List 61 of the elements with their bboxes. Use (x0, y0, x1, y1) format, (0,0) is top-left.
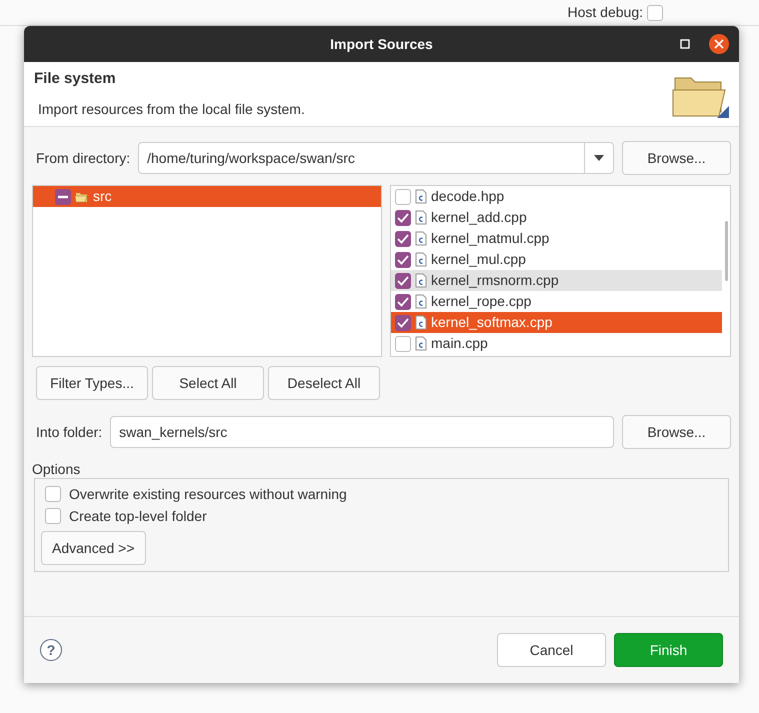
browse-button[interactable]: Browse... (622, 141, 731, 175)
advanced-button[interactable]: Advanced >> (41, 531, 146, 565)
selection-button[interactable]: Deselect All (268, 366, 380, 400)
file-list-item[interactable]: kernel_rope.cpp (391, 291, 722, 312)
checkbox[interactable] (395, 272, 411, 288)
file-list-item[interactable]: kernel_add.cpp (391, 207, 722, 228)
check-mark-icon (397, 276, 409, 286)
source-file-icon (415, 315, 427, 330)
checkbox[interactable] (395, 188, 411, 204)
checkbox[interactable] (395, 252, 411, 268)
check-mark-icon (397, 234, 409, 244)
checkbox-label: Overwrite existing resources without warning (69, 484, 347, 504)
into-folder-label: Into folder: (36, 422, 102, 442)
checkbox[interactable] (395, 336, 411, 352)
close-button[interactable] (709, 34, 729, 54)
check-mark-icon (397, 254, 409, 264)
page-description: Import resources from the local file system. (38, 100, 305, 119)
source-file-icon (415, 294, 427, 309)
checkbox[interactable] (55, 188, 71, 204)
folder-icon (75, 190, 89, 202)
file-list-item[interactable]: main.cpp (391, 333, 722, 354)
file-list-item[interactable]: kernel_mul.cpp (391, 249, 722, 270)
into-folder-field[interactable]: swan_kernels/src (110, 416, 614, 448)
dash-icon (58, 194, 68, 198)
cancel-button[interactable]: Cancel (497, 633, 606, 667)
help-button[interactable]: ? (40, 639, 62, 661)
source-file-icon (415, 252, 427, 267)
check-mark-icon (397, 212, 409, 222)
check-mark-icon (397, 318, 409, 328)
close-icon (714, 39, 724, 49)
checkbox[interactable] (395, 210, 411, 226)
checkbox[interactable] (395, 230, 411, 246)
file-list-item[interactable]: kernel_matmul.cpp (391, 228, 722, 249)
file-list-item[interactable]: kernel_rmsnorm.cpp (391, 270, 722, 291)
checkbox[interactable] (395, 314, 411, 330)
selection-button[interactable]: Select All (152, 366, 264, 400)
source-file-icon (415, 231, 427, 246)
source-file-icon (415, 336, 427, 351)
checkbox[interactable] (45, 508, 61, 524)
tree-item[interactable]: src (33, 186, 381, 207)
dropdown-caret-icon (593, 154, 605, 162)
file-list-item[interactable]: kernel_softmax.cpp (391, 312, 722, 333)
scrollbar-thumb[interactable] (724, 221, 728, 281)
checkbox[interactable] (395, 294, 411, 310)
window-title: Import Sources (330, 34, 433, 54)
checkbox[interactable] (45, 486, 61, 502)
source-file-icon (415, 273, 427, 288)
host-debug-label: Host debug: (568, 3, 643, 22)
browse-button[interactable]: Browse... (622, 415, 731, 449)
source-file-icon (415, 210, 427, 225)
maximize-icon (680, 39, 690, 49)
check-mark-icon (397, 296, 409, 306)
directory-combo[interactable]: /home/turing/workspace/swan/src (138, 142, 614, 174)
source-file-icon (415, 189, 427, 204)
selection-button[interactable]: Filter Types... (36, 366, 148, 400)
page-title: File system (34, 69, 117, 89)
host-debug-checkbox[interactable] (647, 4, 663, 20)
from-directory-label: From directory: (36, 148, 130, 168)
file-list-item[interactable]: decode.hpp (391, 186, 722, 207)
options-group-title: Options (31, 460, 82, 479)
checkbox-label: Create top-level folder (69, 506, 207, 526)
